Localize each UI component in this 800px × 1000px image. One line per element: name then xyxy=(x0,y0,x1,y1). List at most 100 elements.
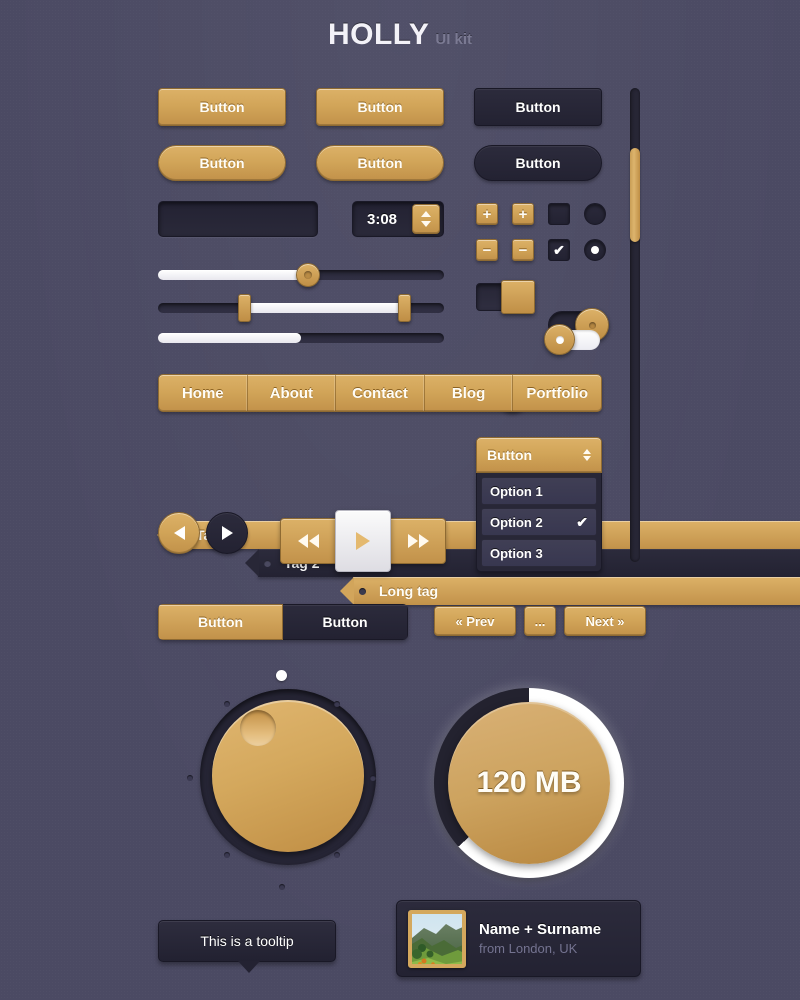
time-stepper[interactable]: 3:08 xyxy=(352,201,444,237)
knob-face[interactable] xyxy=(212,700,364,852)
scrollbar-thumb[interactable] xyxy=(630,148,640,242)
nav-item-portfolio[interactable]: Portfolio xyxy=(513,375,601,411)
button-pill-gold-2[interactable]: Button xyxy=(316,145,444,181)
triangle-up-icon[interactable] xyxy=(421,211,431,217)
button-rect-gold-1[interactable]: Button xyxy=(158,88,286,126)
media-transport[interactable] xyxy=(280,510,446,572)
dropdown-list[interactable]: Option 1 Option 2 ✔ Option 3 xyxy=(476,473,602,572)
nav-item-blog[interactable]: Blog xyxy=(425,375,514,411)
knob-scale-dot xyxy=(224,701,230,707)
dropdown-label: Button xyxy=(487,447,533,463)
check-icon: ✔ xyxy=(576,513,588,530)
triangle-left-icon xyxy=(173,526,185,540)
slider-handle[interactable] xyxy=(296,263,320,287)
button-pill-dark[interactable]: Button xyxy=(474,145,602,181)
dropdown-option-1[interactable]: Option 1 xyxy=(481,477,597,505)
button-label: Button xyxy=(515,99,561,115)
minus-icon: − xyxy=(518,241,528,259)
tooltip-text: This is a tooltip xyxy=(200,933,294,949)
avatar xyxy=(408,909,466,968)
radio-unselected[interactable] xyxy=(584,203,606,225)
brand-subtitle: UI kit xyxy=(435,31,473,48)
progress-fill xyxy=(158,333,301,343)
ui-kit-canvas: HOLLY UI kit Button Button Button Button … xyxy=(0,0,800,1000)
knob-indicator-dimple xyxy=(240,710,276,746)
brand-logo: HOLLY xyxy=(327,18,430,51)
navbar[interactable]: Home About Contact Blog Portfolio xyxy=(158,374,602,412)
button-label: Button xyxy=(515,155,561,171)
range-handle-left[interactable] xyxy=(238,294,251,322)
circular-progress: 120 MB xyxy=(434,688,624,878)
triangle-down-icon[interactable] xyxy=(421,221,431,227)
checkbox-unchecked[interactable] xyxy=(548,203,570,225)
minus-button-2[interactable]: − xyxy=(512,239,534,261)
check-icon: ✔ xyxy=(553,241,565,258)
stepper-buttons[interactable] xyxy=(412,204,440,234)
progress-slider[interactable] xyxy=(158,333,444,343)
search-field[interactable] xyxy=(158,201,372,237)
range-handle-right[interactable] xyxy=(398,294,411,322)
dropdown-option-3[interactable]: Option 3 xyxy=(481,539,597,567)
user-name: Name + Surname xyxy=(479,921,602,938)
fast-forward-icon xyxy=(407,534,429,548)
dropdown-button[interactable]: Button xyxy=(476,437,602,473)
pagination-ellipsis-button[interactable]: ... xyxy=(524,606,556,636)
minus-button-1[interactable]: − xyxy=(476,239,498,261)
pill-toggle-white[interactable] xyxy=(544,324,600,355)
tooltip-body: This is a tooltip xyxy=(158,920,336,962)
rotary-knob[interactable] xyxy=(182,662,382,890)
nav-item-about[interactable]: About xyxy=(248,375,337,411)
rewind-icon xyxy=(297,534,319,548)
button-rect-gold-2[interactable]: Button xyxy=(316,88,444,126)
knob-scale-dot xyxy=(187,775,193,781)
plus-button-2[interactable]: + xyxy=(512,203,534,225)
knob-scale-dot xyxy=(370,775,376,781)
button-label: Button xyxy=(199,155,245,171)
progress-inner-disc: 120 MB xyxy=(448,702,610,864)
button-rect-dark[interactable]: Button xyxy=(474,88,602,126)
knob-scale-dot xyxy=(334,852,340,858)
scrollbar[interactable] xyxy=(630,88,640,562)
tag-3[interactable]: Long tag xyxy=(340,577,800,605)
pagination-prev-button[interactable]: « Prev xyxy=(434,606,516,636)
button-pill-gold-1[interactable]: Button xyxy=(158,145,286,181)
chevron-updown-icon[interactable] xyxy=(583,449,591,461)
button-label: Button xyxy=(357,99,403,115)
rewind-button[interactable] xyxy=(280,518,336,564)
checkbox-checked[interactable]: ✔ xyxy=(548,239,570,261)
slider-fill xyxy=(158,270,310,280)
plus-button-1[interactable]: + xyxy=(476,203,498,225)
pagination-prev-label: « Prev xyxy=(455,613,495,629)
user-info: Name + Surname from London, UK xyxy=(479,921,601,956)
range-slider[interactable] xyxy=(158,294,444,322)
toggle-knob[interactable] xyxy=(544,324,575,355)
nav-item-contact[interactable]: Contact xyxy=(336,375,425,411)
segmented-button-group[interactable]: Button Button xyxy=(158,604,408,640)
segment-active[interactable]: Button xyxy=(158,604,283,640)
dropdown[interactable]: Button Option 1 Option 2 ✔ Option 3 xyxy=(476,437,602,572)
radio-selected[interactable] xyxy=(584,239,606,261)
pagination[interactable]: « Prev ... Next » xyxy=(434,606,646,636)
segment-inactive[interactable]: Button xyxy=(283,604,408,640)
search-input[interactable] xyxy=(159,211,355,227)
toggle-knob[interactable] xyxy=(501,280,535,314)
square-knob-toggle[interactable] xyxy=(476,280,535,314)
play-icon xyxy=(356,532,370,550)
next-circle-button[interactable] xyxy=(206,512,248,554)
minus-icon: − xyxy=(482,241,492,259)
tooltip: This is a tooltip xyxy=(158,920,338,976)
user-card[interactable]: Name + Surname from London, UK xyxy=(396,900,641,977)
plus-icon: + xyxy=(518,205,528,223)
forward-button[interactable] xyxy=(390,518,446,564)
knob-scale-dot xyxy=(279,884,285,890)
knob-hole-icon xyxy=(555,335,564,344)
dropdown-option-2[interactable]: Option 2 ✔ xyxy=(481,508,597,536)
play-button[interactable] xyxy=(335,510,391,572)
option-label: Option 3 xyxy=(490,545,543,561)
nav-item-home[interactable]: Home xyxy=(159,375,248,411)
button-label: Button xyxy=(357,155,403,171)
tooltip-arrow-icon xyxy=(238,961,260,973)
pagination-next-button[interactable]: Next » xyxy=(564,606,646,636)
single-handle-slider[interactable] xyxy=(158,263,444,287)
prev-circle-button[interactable] xyxy=(158,512,200,554)
